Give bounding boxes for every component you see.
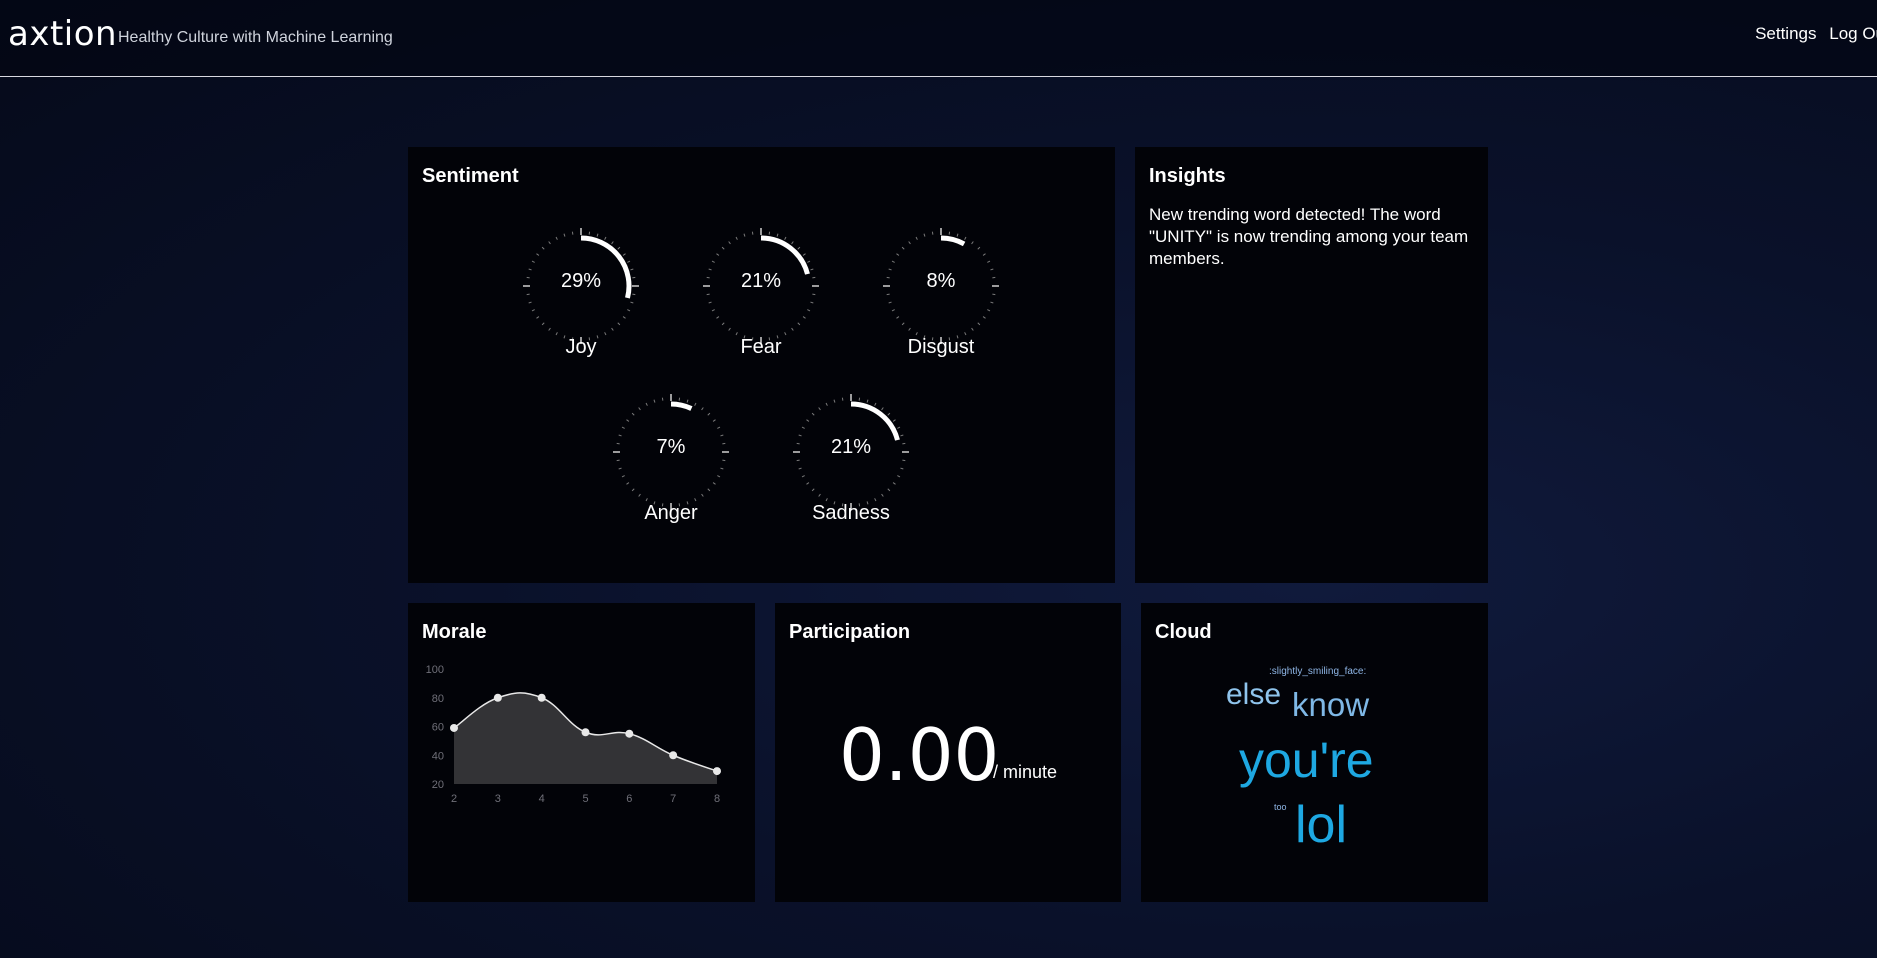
participation-title: Participation	[789, 621, 911, 643]
participation-unit: / minute	[993, 762, 1058, 782]
y-tick-label: 100	[426, 664, 444, 676]
gauge-joy: 29% Joy	[521, 226, 641, 366]
top-nav: Settings Log Ou	[1747, 24, 1877, 44]
x-tick-label: 8	[714, 793, 720, 805]
participation-panel: Participation 0.00 / minute	[775, 603, 1121, 902]
gauge-anger: 7% Anger	[611, 392, 731, 532]
gauge-label: Joy	[565, 336, 597, 358]
top-header: axtion Healthy Culture with Machine Lear…	[0, 0, 1877, 77]
morale-chart: 100 80 60 40 20 2 3 4 5 6 7 8	[426, 664, 721, 805]
gauge-value: 29%	[560, 270, 602, 292]
gauge-value: 21%	[740, 270, 782, 292]
gauge-label: Fear	[740, 336, 782, 358]
x-tick-label: 4	[539, 793, 545, 805]
gauge-fear: 21% Fear	[701, 226, 821, 366]
sentiment-panel: Sentiment 29% Joy 21% Fear 8% Disgust 7%…	[408, 147, 1115, 583]
morale-panel: Morale 100 80 60 40 20 2 3 4 5 6 7 8	[408, 603, 755, 902]
x-tick-label: 2	[451, 793, 457, 805]
cloud-panel: Cloud :slightly_smiling_face: else know …	[1141, 603, 1488, 902]
gauge-value: 8%	[926, 270, 956, 292]
gauge-arc	[760, 235, 810, 275]
cloud-word: you're	[1239, 732, 1374, 788]
sentiment-title: Sentiment	[422, 165, 519, 187]
morale-point[interactable]	[713, 767, 721, 776]
cloud-title: Cloud	[1155, 621, 1212, 643]
morale-point[interactable]	[493, 693, 502, 702]
y-tick-label: 80	[432, 693, 444, 705]
morale-point[interactable]	[625, 729, 634, 738]
cloud-word: lol	[1295, 796, 1348, 854]
morale-point[interactable]	[669, 751, 678, 760]
x-tick-label: 6	[626, 793, 632, 805]
insights-title: Insights	[1149, 165, 1226, 187]
morale-point[interactable]	[450, 723, 458, 732]
gauge-value: 21%	[830, 436, 872, 458]
logout-link[interactable]: Log Ou	[1829, 24, 1877, 43]
gauge-label: Sadness	[812, 502, 890, 524]
gauge-arc	[940, 235, 966, 247]
tagline: Healthy Culture with Machine Learning	[118, 29, 393, 46]
cloud-word: know	[1292, 686, 1370, 723]
gauge-label: Disgust	[907, 336, 975, 358]
settings-link[interactable]: Settings	[1755, 24, 1816, 43]
gauge-arc	[850, 401, 900, 441]
logo[interactable]: axtion	[8, 14, 117, 54]
cloud-word: else	[1226, 678, 1282, 711]
y-tick-label: 20	[432, 779, 444, 791]
cloud-word: too	[1274, 802, 1287, 812]
cloud-word: :slightly_smiling_face:	[1269, 666, 1367, 677]
morale-point[interactable]	[537, 693, 546, 702]
x-tick-label: 7	[670, 793, 676, 805]
y-tick-label: 40	[432, 750, 444, 762]
insight-message: New trending word detected! The word "UN…	[1149, 205, 1469, 268]
insights-panel: Insights New trending word detected! The…	[1135, 147, 1488, 583]
participation-value: 0.00	[839, 713, 1000, 797]
gauge-disgust: 8% Disgust	[881, 226, 1001, 366]
gauge-arc	[670, 401, 693, 411]
morale-point[interactable]	[581, 728, 590, 737]
x-tick-label: 3	[495, 793, 501, 805]
gauge-value: 7%	[656, 436, 686, 458]
x-tick-label: 5	[582, 793, 588, 805]
gauge-sadness: 21% Sadness	[791, 392, 911, 532]
y-tick-label: 60	[432, 722, 444, 734]
morale-area	[454, 692, 717, 784]
gauge-label: Anger	[644, 502, 698, 524]
